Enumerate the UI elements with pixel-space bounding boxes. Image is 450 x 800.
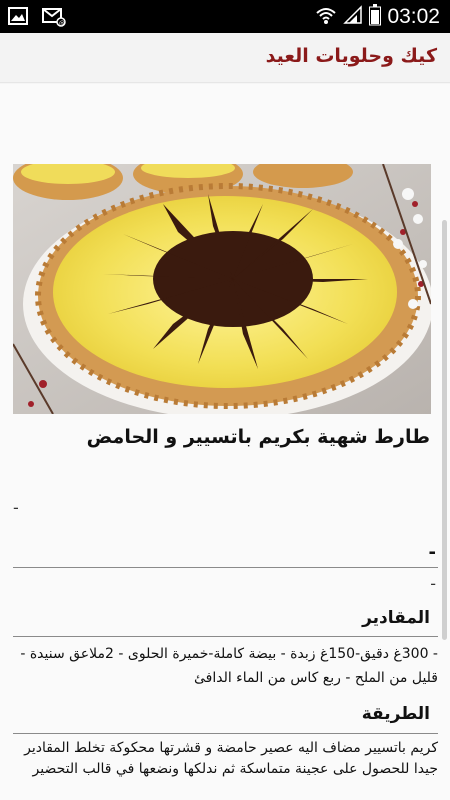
wifi-icon	[315, 5, 337, 29]
recipe-content[interactable]: طارط شهية بكريم باتسيير و الحامض - - - ا…	[0, 84, 450, 800]
method-heading: الطريقة	[361, 704, 430, 724]
divider	[13, 733, 438, 734]
notification-area: @	[8, 7, 66, 31]
app-bar: كيك وحلويات العيد	[0, 33, 450, 83]
dash-separator: -	[13, 498, 19, 517]
recipe-photo	[13, 164, 431, 414]
bottom-fade	[0, 782, 450, 800]
system-icons: 03:02	[315, 4, 440, 30]
ingredients-text: - 300غ دقيق-150غ زبدة - بيضة كاملة-خميرة…	[20, 646, 438, 686]
dash-separator: -	[430, 574, 436, 593]
battery-icon	[369, 4, 382, 30]
divider	[13, 636, 438, 637]
method-text: كريم باتسيير مضاف اليه عصير حامضة و قشرت…	[24, 740, 438, 777]
divider	[13, 567, 438, 568]
email-notification-icon: @	[42, 7, 66, 31]
scrollbar[interactable]	[442, 220, 447, 640]
app-title: كيك وحلويات العيد	[265, 45, 437, 67]
svg-text:@: @	[59, 20, 65, 27]
recipe-title: طارط شهية بكريم باتسيير و الحامض	[86, 426, 430, 448]
dash-separator: -	[428, 542, 436, 563]
image-notification-icon	[8, 7, 28, 31]
signal-icon	[343, 5, 363, 29]
ingredients-heading: المقادير	[362, 608, 430, 628]
clock: 03:02	[387, 5, 440, 28]
status-bar: @ 03:02	[0, 0, 450, 33]
